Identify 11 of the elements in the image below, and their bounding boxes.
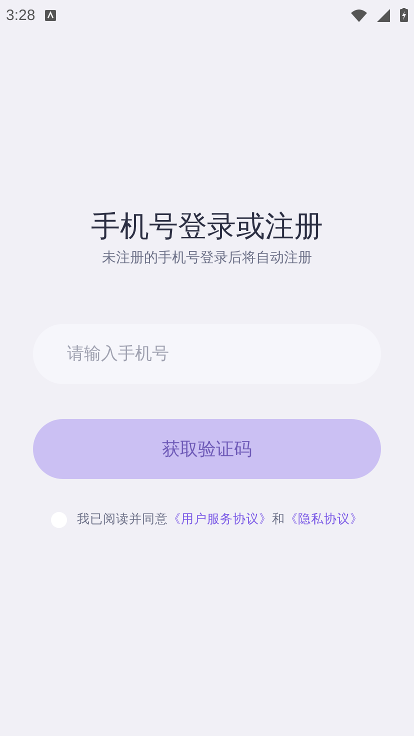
page-title: 手机号登录或注册 (91, 208, 323, 245)
wifi-icon (351, 8, 367, 22)
agreement-link[interactable]: 《用户服务协议》 (168, 511, 272, 526)
agreement-text: 我已阅读并同意《用户服务协议》和《隐私协议》 (77, 511, 363, 528)
status-time: 3:28 (6, 6, 36, 24)
agreement-link[interactable]: 《隐私协议》 (285, 511, 363, 526)
signal-icon (377, 8, 390, 22)
notification-icon (45, 10, 56, 20)
page-subtitle: 未注册的手机号登录后将自动注册 (102, 249, 312, 268)
phone-input-field[interactable]: 请输入手机号 (33, 324, 381, 384)
battery-icon (400, 8, 408, 22)
